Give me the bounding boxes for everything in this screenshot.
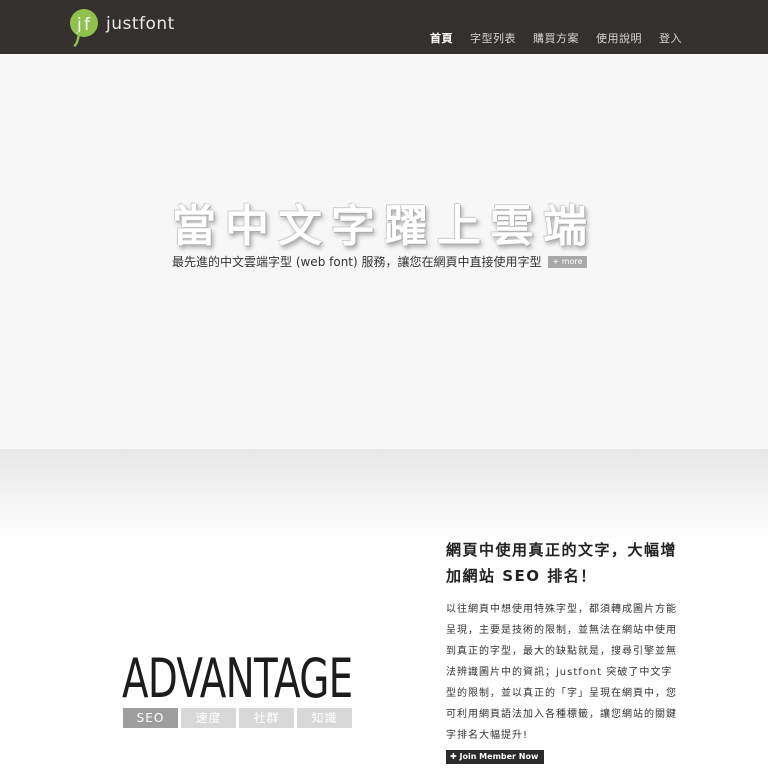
tab-community[interactable]: 社群 — [239, 708, 294, 728]
nav-pricing[interactable]: 購買方案 — [533, 30, 579, 46]
logo-text: justfont — [106, 14, 175, 34]
justfont-logo-icon: j f — [68, 8, 100, 48]
advantage-tabs: SEO 速度 社群 知識 — [123, 708, 352, 728]
nav-usage-guide[interactable]: 使用說明 — [596, 30, 642, 46]
join-member-button[interactable]: ✚ Join Member Now — [446, 750, 545, 764]
nav-login[interactable]: 登入 — [659, 30, 682, 46]
nav-font-list[interactable]: 字型列表 — [470, 30, 516, 46]
svg-text:f: f — [84, 15, 91, 35]
nav-home[interactable]: 首頁 — [430, 30, 453, 46]
logo[interactable]: j f justfont — [68, 8, 175, 48]
section-divider — [0, 449, 768, 544]
tab-speed[interactable]: 速度 — [181, 708, 236, 728]
hero-section: 當中文字躍上雲端 最先進的中文雲端字型 (web font) 服務，讓您在網頁中… — [0, 54, 768, 449]
content-heading: 網頁中使用真正的文字，大幅增加網站 SEO 排名！ — [446, 541, 678, 585]
hero-subtitle: 最先進的中文雲端字型 (web font) 服務，讓您在網頁中直接使用字型 — [172, 255, 542, 269]
top-header: j f justfont 首頁 字型列表 購買方案 使用說明 登入 — [0, 0, 768, 54]
main-nav: 首頁 字型列表 購買方案 使用說明 登入 — [430, 30, 682, 46]
hero-subtitle-row: 最先進的中文雲端字型 (web font) 服務，讓您在網頁中直接使用字型 + … — [172, 253, 588, 270]
tab-knowledge[interactable]: 知識 — [297, 708, 352, 728]
advantage-block: ADVANTAGE SEO 速度 社群 知識 — [122, 647, 442, 728]
hero-title: 當中文字躍上雲端 — [172, 201, 596, 252]
tab-seo[interactable]: SEO — [123, 708, 178, 728]
advantage-title: ADVANTAGE — [122, 647, 353, 710]
seo-content: 網頁中使用真正的文字，大幅增加網站 SEO 排名！ 以往網頁中想使用特殊字型，都… — [446, 537, 678, 746]
more-button[interactable]: + more — [547, 255, 588, 268]
content-body: 以往網頁中想使用特殊字型，都須轉成圖片方能呈現，主要是技術的限制，並無法在網站中… — [446, 604, 677, 741]
